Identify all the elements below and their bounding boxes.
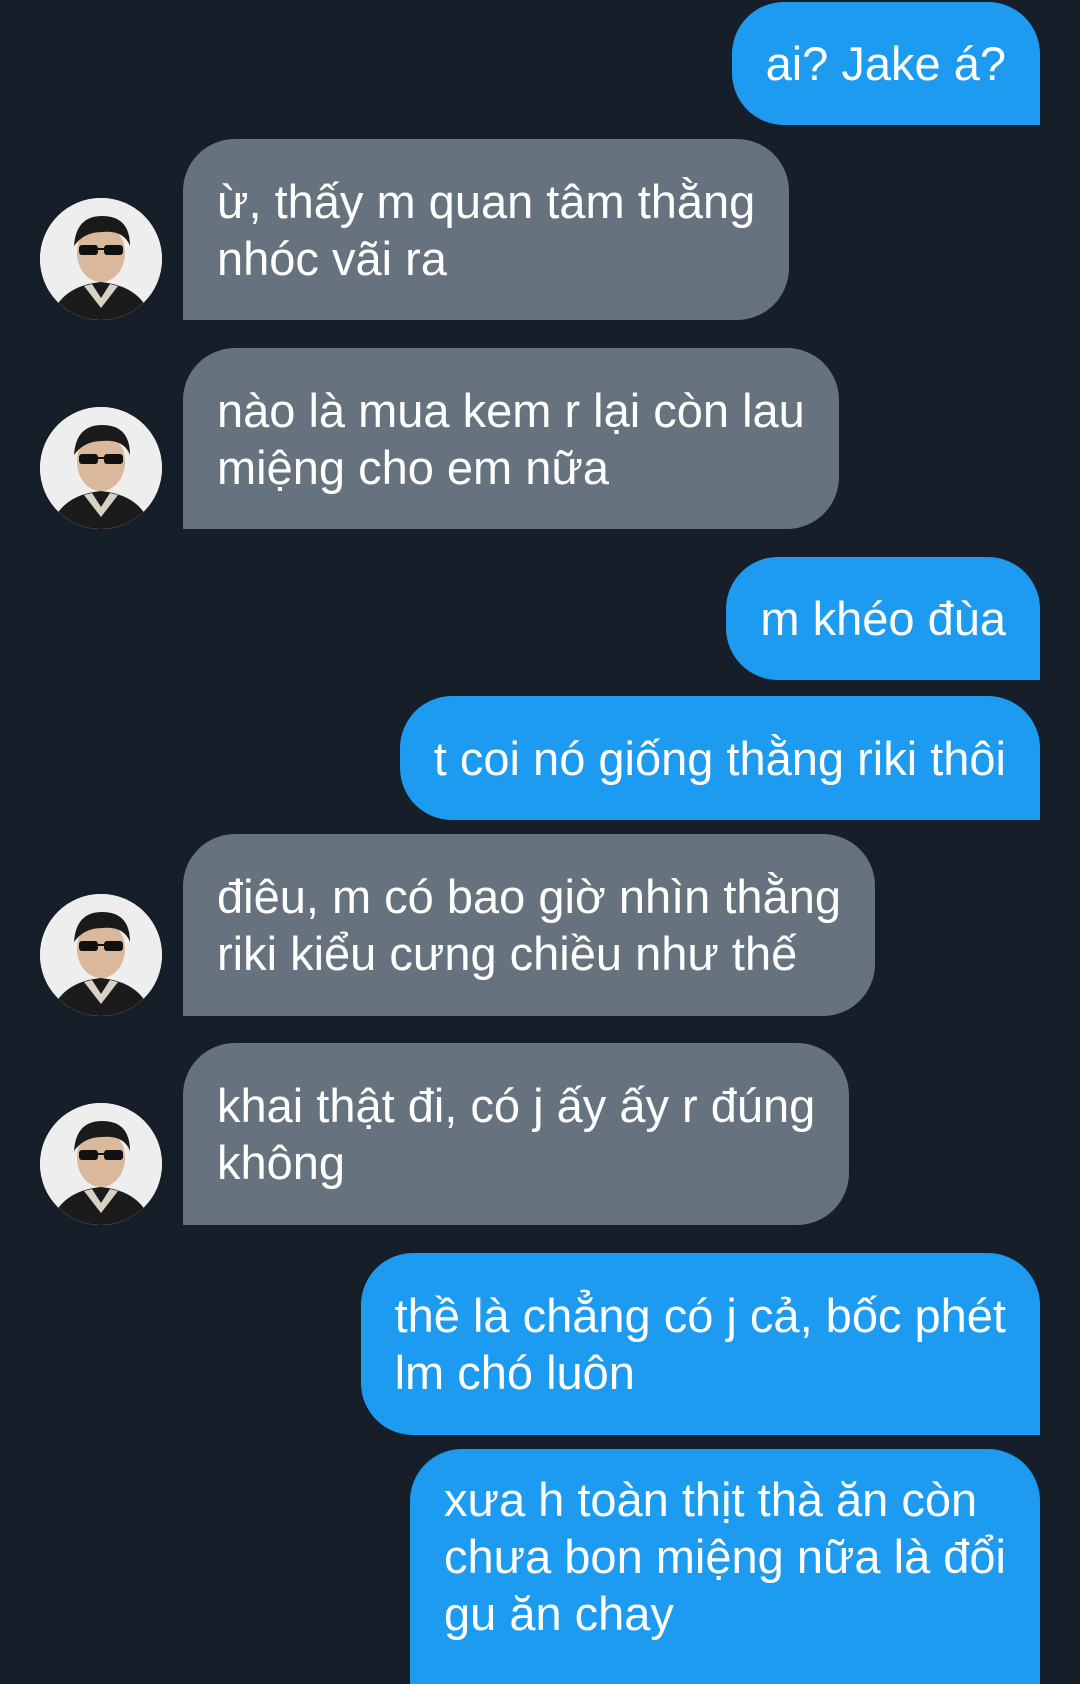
- message-bubble-received[interactable]: điêu, m có bao giờ nhìn thằng riki kiểu …: [183, 834, 875, 1016]
- avatar[interactable]: [40, 1103, 162, 1225]
- avatar[interactable]: [40, 198, 162, 320]
- avatar-photo-icon: [40, 1103, 162, 1225]
- message-bubble-sent[interactable]: m khéo đùa: [726, 557, 1040, 680]
- avatar-photo-icon: [40, 894, 162, 1016]
- message-bubble-received[interactable]: khai thật đi, có j ấy ấy r đúng không: [183, 1043, 850, 1225]
- avatar[interactable]: [40, 407, 162, 529]
- avatar[interactable]: [40, 894, 162, 1016]
- message-bubble-sent[interactable]: t coi nó giống thằng riki thôi: [399, 696, 1040, 820]
- message-bubble-received[interactable]: nào là mua kem r lại còn lau miệng cho e…: [183, 348, 839, 529]
- message-bubble-received[interactable]: ừ, thấy m quan tâm thằng nhóc vãi ra: [183, 139, 790, 320]
- message-bubble-sent[interactable]: thề là chẳng có j cả, bốc phét lm chó lu…: [360, 1253, 1040, 1435]
- message-bubble-sent[interactable]: xưa h toàn thịt thà ăn còn chưa bon miện…: [409, 1449, 1040, 1684]
- avatar-photo-icon: [40, 407, 162, 529]
- avatar-photo-icon: [40, 198, 162, 320]
- message-bubble-sent[interactable]: ai? Jake á?: [731, 2, 1040, 125]
